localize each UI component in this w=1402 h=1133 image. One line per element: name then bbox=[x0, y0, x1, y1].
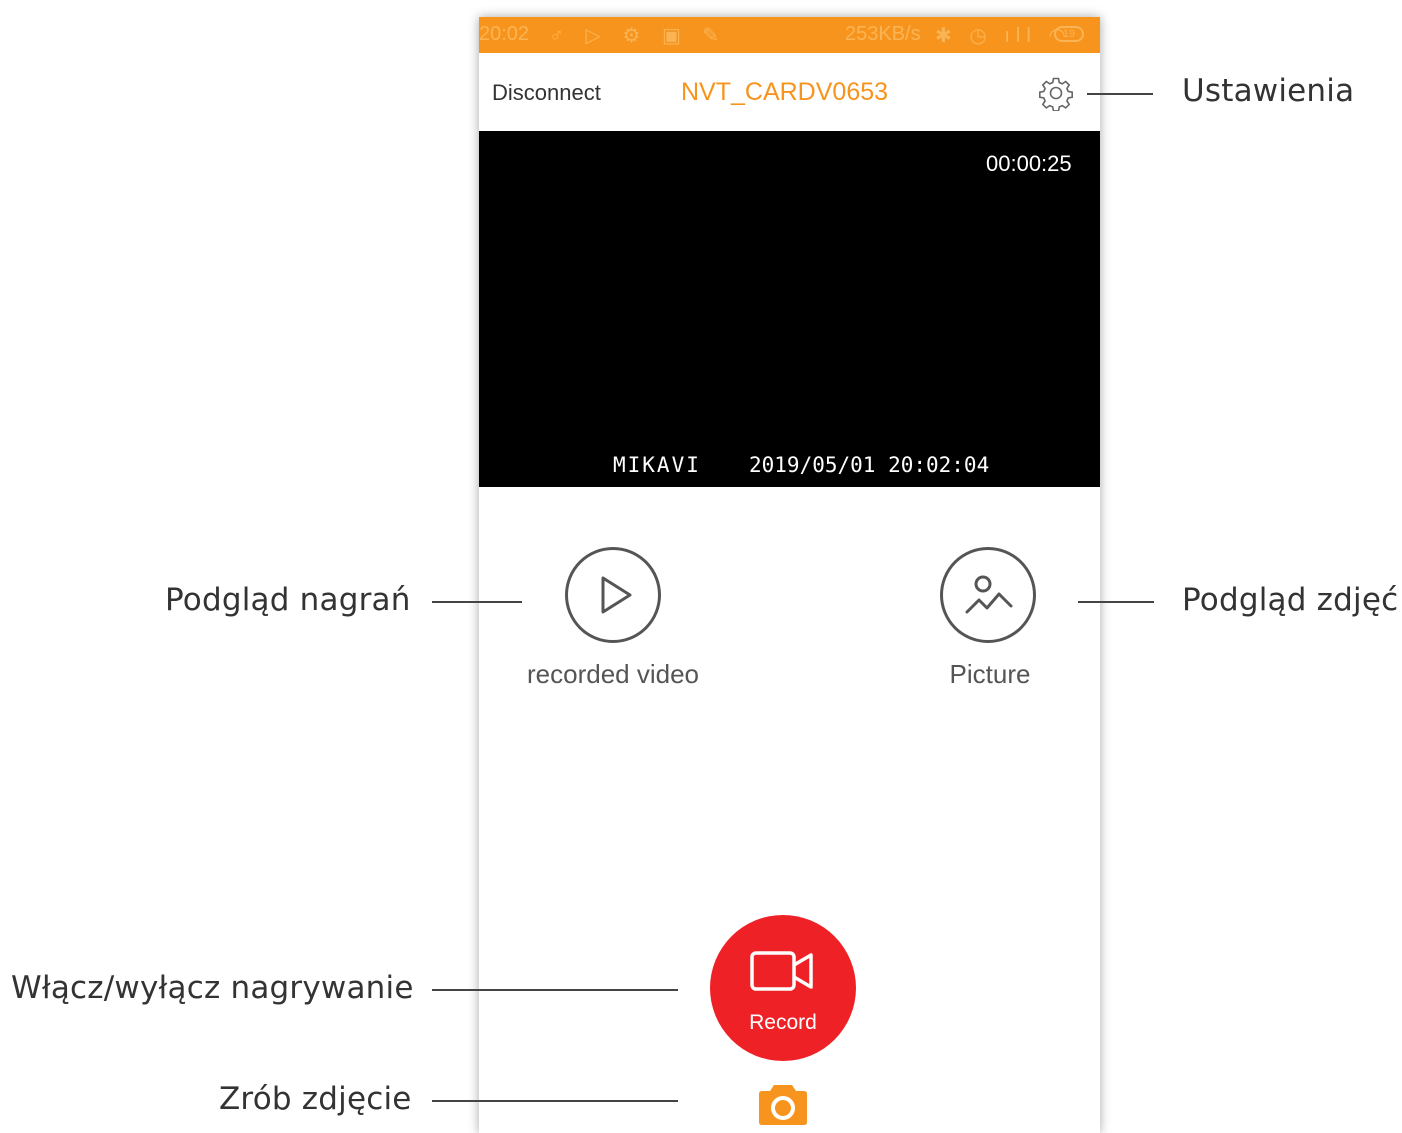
device-name: NVT_CARDV0653 bbox=[681, 78, 889, 106]
recorded-video-button[interactable] bbox=[565, 547, 661, 643]
play-icon bbox=[601, 576, 632, 614]
video-osd-datetime: 2019/05/01 20:02:04 bbox=[749, 453, 990, 477]
picture-button[interactable] bbox=[940, 547, 1036, 643]
callout-settings: Ustawienia bbox=[1182, 73, 1355, 109]
video-camera-icon bbox=[750, 951, 813, 991]
callout-take-photo: Zrób zdjęcie bbox=[219, 1081, 412, 1117]
callout-line-recorded-video bbox=[432, 601, 522, 603]
callout-line-pictures bbox=[1078, 601, 1154, 603]
status-network-speed: 253KB/s bbox=[845, 23, 921, 45]
callout-line-record-toggle bbox=[432, 989, 678, 991]
recording-timer: 00:00:25 bbox=[986, 151, 1072, 176]
video-osd-brand: MIKAVI bbox=[613, 453, 701, 477]
phone-screen: 20:02 ♂ ▷ ⚙ ▣ ✎ 253KB/s ✱ ◷ ıll ◠ 19 Dis… bbox=[479, 17, 1100, 1133]
status-notification-icons: ♂ ▷ ⚙ ▣ ✎ bbox=[549, 25, 728, 47]
callout-recorded-video: Podgląd nagrań bbox=[165, 582, 411, 618]
record-button[interactable]: Record bbox=[710, 915, 856, 1061]
callout-line-settings bbox=[1087, 93, 1153, 95]
recorded-video-label[interactable]: recorded video bbox=[493, 659, 733, 690]
status-bar: 20:02 ♂ ▷ ⚙ ▣ ✎ 253KB/s ✱ ◷ ıll ◠ 19 bbox=[479, 17, 1100, 53]
image-icon bbox=[965, 575, 1013, 614]
callout-pictures: Podgląd zdjęć bbox=[1182, 582, 1399, 618]
app-header: Disconnect NVT_CARDV0653 bbox=[479, 53, 1100, 131]
gear-icon[interactable] bbox=[1038, 75, 1074, 111]
status-system-icons: ✱ ◷ ıll ◠ bbox=[935, 25, 1072, 47]
disconnect-button[interactable]: Disconnect bbox=[492, 80, 601, 106]
record-label: Record bbox=[749, 1011, 817, 1034]
status-time: 20:02 bbox=[479, 23, 530, 45]
live-video-preview[interactable]: 00:00:25 MIKAVI 2019/05/01 20:02:04 bbox=[479, 131, 1100, 487]
callout-line-take-photo bbox=[432, 1100, 678, 1102]
battery-icon: 19 bbox=[1054, 26, 1084, 42]
camera-icon[interactable] bbox=[758, 1081, 808, 1125]
picture-label[interactable]: Picture bbox=[870, 659, 1100, 690]
callout-record-toggle: Włącz/wyłącz nagrywanie bbox=[11, 970, 414, 1006]
